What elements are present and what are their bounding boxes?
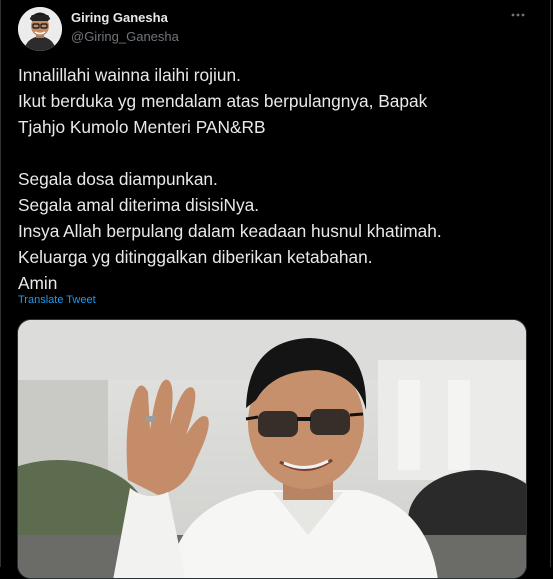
tweet-line: Innalillahi wainna ilaihi rojiun. bbox=[18, 65, 241, 85]
avatar-image bbox=[18, 7, 62, 51]
tweet-line: Ikut berduka yg mendalam atas berpulangn… bbox=[18, 91, 428, 111]
more-options-button[interactable] bbox=[506, 4, 530, 26]
tweet-line: Segala amal diterima disisiNya. bbox=[18, 195, 260, 215]
tweet-text: Innalillahi wainna ilaihi rojiun. Ikut b… bbox=[18, 62, 538, 296]
tweet-card: Giring Ganesha @Giring_Ganesha Innalilla… bbox=[0, 0, 551, 579]
translate-tweet-link[interactable]: Translate Tweet bbox=[18, 294, 96, 306]
tweet-photo[interactable] bbox=[17, 319, 527, 579]
author-handle[interactable]: @Giring_Ganesha bbox=[71, 29, 179, 44]
tweet-line: Segala dosa diampunkan. bbox=[18, 169, 218, 189]
more-horizontal-icon bbox=[511, 13, 525, 17]
tweet-line: Tjahjo Kumolo Menteri PAN&RB bbox=[18, 117, 266, 137]
photo-image bbox=[18, 320, 526, 578]
tweet-line: Amin bbox=[18, 273, 58, 293]
avatar[interactable] bbox=[18, 7, 62, 51]
tweet-line: Insya Allah berpulang dalam keadaan husn… bbox=[18, 221, 442, 241]
tweet-line: Keluarga yg ditinggalkan diberikan ketab… bbox=[18, 247, 373, 267]
author-name[interactable]: Giring Ganesha bbox=[71, 10, 168, 25]
